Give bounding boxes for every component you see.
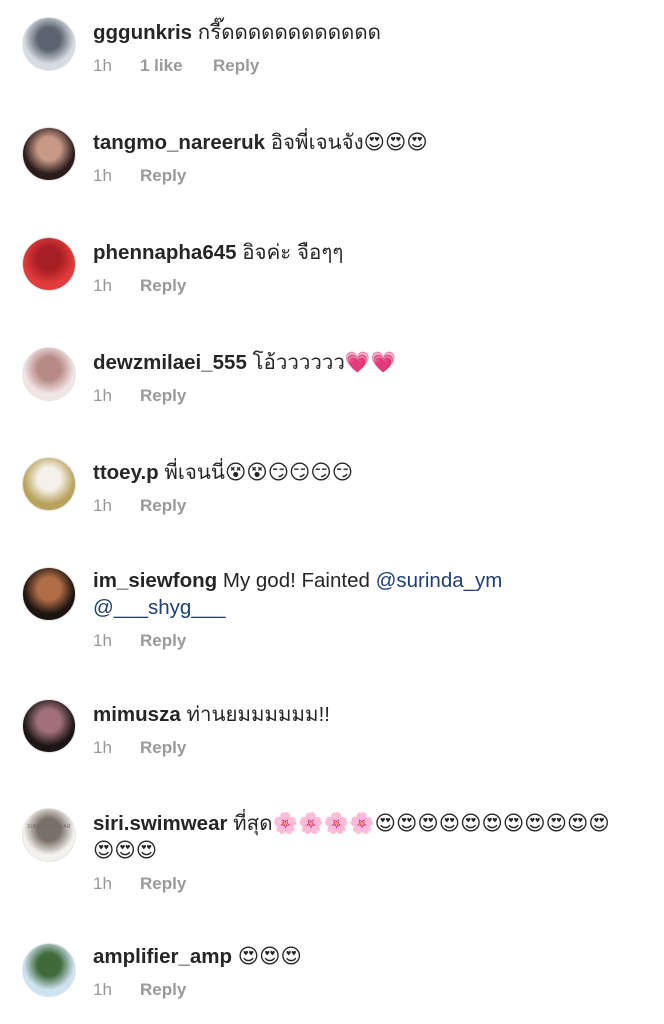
comment-meta: 1h Reply [93,386,624,408]
avatar-logo-text: SIRISWIMWEAR [26,824,72,830]
comment-meta: 1h Reply [93,738,624,760]
avatar[interactable] [22,237,76,291]
avatar[interactable]: SIRISWIMWEAR [22,808,76,862]
comment-body: อิจค่ะ จือๆๆ [242,241,344,264]
comment-text: gggunkris กรี๊ดดดดดดดดดดดด [93,19,624,46]
reply-button[interactable]: Reply [140,166,186,186]
reply-button[interactable]: Reply [140,386,186,406]
avatar[interactable] [22,127,76,181]
comment-text: ttoey.p พี่เจนนี่😵😵😏😏😏😏 [93,459,624,486]
avatar[interactable] [22,699,76,753]
avatar[interactable] [22,347,76,401]
reply-button[interactable]: Reply [140,874,186,894]
reply-button[interactable]: Reply [140,631,186,651]
comment-text: im_siewfong My god! Fainted @surinda_ym … [93,567,624,621]
reply-button[interactable]: Reply [140,738,186,758]
comment-text: mimusza ท่านยมมมมมม!! [93,701,624,728]
comment-meta: 1h Reply [93,980,624,1002]
username[interactable]: amplifier_amp [93,945,232,968]
reply-button[interactable]: Reply [213,56,259,76]
reply-button[interactable]: Reply [140,276,186,296]
timestamp: 1h [93,276,112,295]
comment-meta: 1h Reply [93,496,624,518]
timestamp: 1h [93,874,112,893]
timestamp: 1h [93,496,112,515]
timestamp: 1h [93,56,112,75]
comment-text: siri.swimwear ที่สุด🌸🌸🌸🌸😍😍😍😍😍😍😍😍😍😍😍😍😍😍 [93,810,624,864]
mention-link[interactable]: @surinda_ym [376,569,503,592]
comment-body: โอ้วววววว💗💗 [252,351,396,374]
comment-body: My god! Fainted [222,569,376,592]
comment-body: กรี๊ดดดดดดดดดดดด [197,21,381,44]
avatar[interactable] [22,457,76,511]
like-count[interactable]: 1 like [140,56,213,76]
comment-meta: 1h Reply [93,276,624,298]
comment-body: พี่เจนนี่😵😵😏😏😏😏 [164,461,354,484]
username[interactable]: dewzmilaei_555 [93,351,247,374]
reply-button[interactable]: Reply [140,496,186,516]
timestamp: 1h [93,738,112,757]
comment-text: amplifier_amp 😍😍😍 [93,943,624,970]
timestamp: 1h [93,631,112,650]
timestamp: 1h [93,980,112,999]
username[interactable]: gggunkris [93,21,192,44]
mention-link[interactable]: @___shyg___ [93,596,226,619]
username[interactable]: mimusza [93,703,181,726]
username[interactable]: siri.swimwear [93,812,227,835]
avatar[interactable] [22,943,76,997]
comment-list: gggunkris กรี๊ดดดดดดดดดดดด 1h 1 like Reply… [0,0,664,1024]
timestamp: 1h [93,166,112,185]
comment-body: 😍😍😍 [237,945,302,968]
avatar[interactable] [22,17,76,71]
comment-meta: 1h Reply [93,166,624,188]
comment-body: ท่านยมมมมมม!! [186,703,330,726]
username[interactable]: phennapha645 [93,241,237,264]
comment-text: phennapha645 อิจค่ะ จือๆๆ [93,239,624,266]
comment-text: tangmo_nareeruk อิจพี่เจนจัง😍😍😍 [93,129,624,156]
comment-body: อิจพี่เจนจัง😍😍😍 [270,131,428,154]
comment-text: dewzmilaei_555 โอ้วววววว💗💗 [93,349,624,376]
timestamp: 1h [93,386,112,405]
comment-meta: 1h Reply [93,874,624,896]
username[interactable]: tangmo_nareeruk [93,131,265,154]
username[interactable]: im_siewfong [93,569,217,592]
reply-button[interactable]: Reply [140,980,186,1000]
comment-meta: 1h Reply [93,631,624,653]
username[interactable]: ttoey.p [93,461,159,484]
comment-meta: 1h 1 like Reply [93,56,624,78]
avatar[interactable] [22,567,76,621]
